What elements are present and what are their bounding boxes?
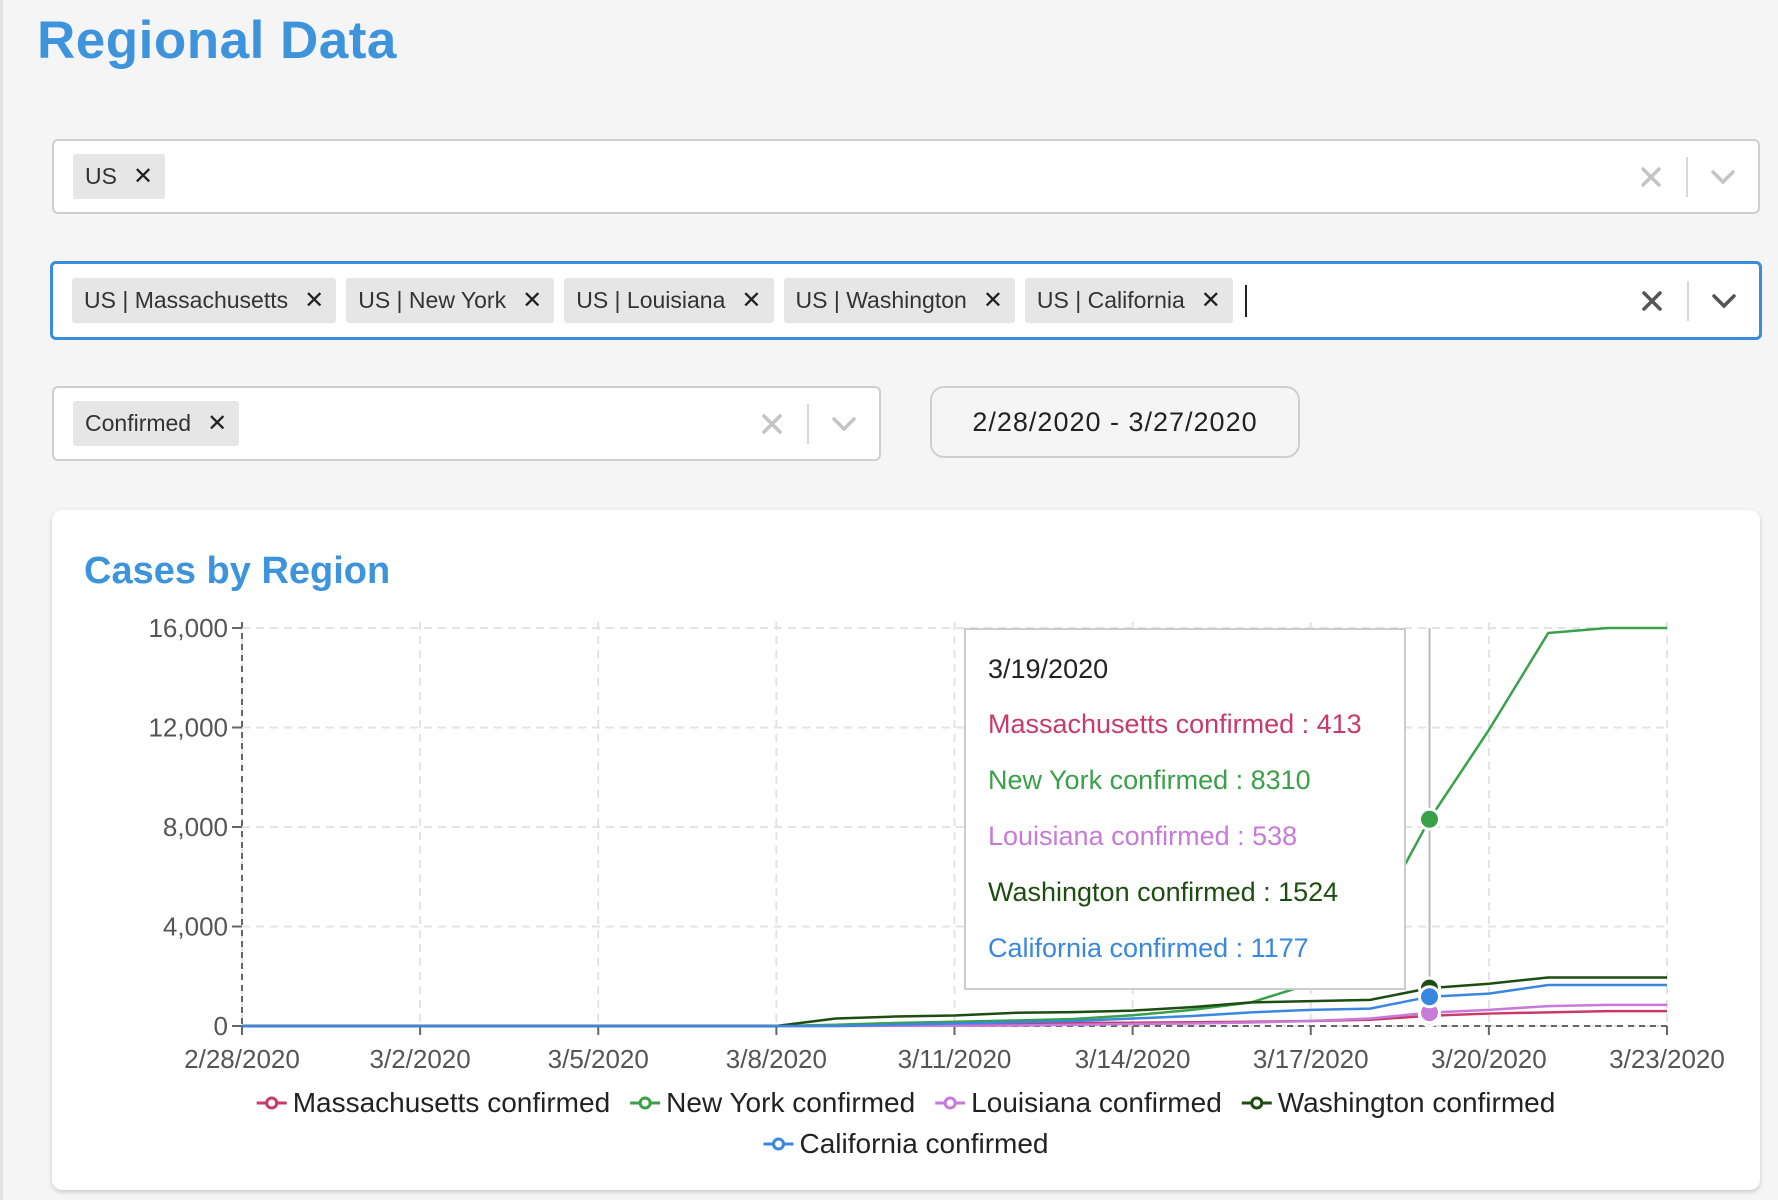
tooltip-row: Louisiana confirmed : 538	[988, 821, 1298, 851]
region-select[interactable]: US | Massachusetts ✕ US | New York ✕ US | Lo…	[50, 261, 1762, 340]
active-dot	[1418, 985, 1441, 1009]
chart-card: Cases by Region 0 4,000 8,000 12,000 16,000 2…	[52, 510, 1760, 1190]
selected-chip: US | California ✕	[1024, 278, 1233, 323]
legend-item: California confirmed	[763, 1128, 1049, 1159]
selected-chip: US | New York ✕	[346, 278, 555, 323]
chip-remove-icon[interactable]: ✕	[304, 288, 324, 313]
legend-marker-icon	[1250, 1096, 1264, 1110]
chip-label: US | Louisiana	[576, 287, 726, 313]
chip-remove-icon[interactable]: ✕	[983, 288, 1003, 313]
legend-label: New York confirmed	[666, 1087, 915, 1118]
page-title: Regional Data	[37, 11, 397, 70]
active-dot	[1418, 807, 1441, 831]
y-tick-label: 8,000	[163, 812, 228, 842]
metric-chip-list: Confirmed ✕	[54, 388, 737, 459]
chip-remove-icon[interactable]: ✕	[133, 164, 153, 189]
legend-item: Washington confirmed	[1241, 1087, 1556, 1118]
legend-label: Washington confirmed	[1278, 1087, 1556, 1118]
selected-chip: US | Massachusetts ✕	[72, 278, 337, 323]
metric-select[interactable]: Confirmed ✕	[52, 386, 881, 461]
date-range-button[interactable]: 2/28/2020 - 3/27/2020	[930, 386, 1300, 458]
clear-icon[interactable]	[737, 413, 807, 435]
legend-label: California confirmed	[800, 1128, 1049, 1159]
chevron-down-icon[interactable]	[1688, 169, 1758, 185]
legend-marker-icon	[772, 1137, 785, 1151]
y-tick-label: 12,000	[148, 713, 228, 743]
chevron-down-icon[interactable]	[809, 416, 879, 432]
selected-chip: US | Louisiana ✕	[564, 278, 774, 323]
selected-chip: US ✕	[73, 154, 166, 199]
region-indicators	[1617, 264, 1759, 337]
tooltip-date: 3/19/2020	[988, 654, 1109, 684]
chip-label: Confirmed	[85, 410, 192, 436]
legend-item: Louisiana confirmed	[935, 1087, 1222, 1118]
x-tick-label: 3/20/2020	[1431, 1044, 1547, 1074]
legend-marker-icon	[638, 1096, 652, 1110]
tooltip-rows: Massachusetts confirmed : 413 New York co…	[988, 709, 1404, 989]
legend-label: Massachusetts confirmed	[293, 1087, 610, 1118]
clear-icon[interactable]	[1617, 290, 1687, 312]
chip-label: US	[85, 163, 117, 189]
y-tick-label: 4,000	[163, 912, 228, 942]
y-tick-label: 0	[214, 1011, 228, 1041]
country-chip-list: US ✕	[54, 141, 1616, 212]
x-tick-label: 3/23/2020	[1609, 1044, 1725, 1074]
clear-icon[interactable]	[1616, 166, 1686, 188]
country-indicators	[1616, 141, 1758, 212]
chevron-down-icon[interactable]	[1689, 293, 1759, 309]
x-tick-label: 3/8/2020	[726, 1044, 827, 1074]
tooltip-row: California confirmed : 1177	[988, 933, 1309, 963]
text-cursor[interactable]	[1244, 284, 1247, 317]
chip-label: US | Massachusetts	[84, 287, 289, 313]
y-tick-label: 16,000	[148, 613, 228, 643]
chip-label: US | New York	[358, 287, 507, 313]
left-border	[0, 0, 3, 1200]
x-tick-label: 3/11/2020	[898, 1044, 1012, 1074]
tooltip-row: New York confirmed : 8310	[988, 765, 1311, 795]
legend-item: New York confirmed	[630, 1087, 915, 1118]
country-select[interactable]: US ✕	[52, 139, 1760, 214]
legend-marker-icon	[943, 1096, 957, 1110]
chip-remove-icon[interactable]: ✕	[522, 288, 542, 313]
chip-remove-icon[interactable]: ✕	[741, 288, 761, 313]
chart-tooltip: 3/19/2020 Massachusetts confirmed : 413 N…	[964, 628, 1406, 990]
legend-label: Louisiana confirmed	[971, 1087, 1222, 1118]
x-tick-label: 3/2/2020	[370, 1044, 471, 1074]
x-tick-label: 3/5/2020	[548, 1044, 649, 1074]
selected-chip: Confirmed ✕	[73, 401, 240, 446]
chip-label: US | California	[1036, 287, 1185, 313]
legend-item: Massachusetts confirmed	[256, 1087, 610, 1118]
selected-chip: US | Washington ✕	[783, 278, 1015, 323]
x-tick-label: 3/14/2020	[1075, 1044, 1191, 1074]
x-tick-label: 2/28/2020	[184, 1044, 300, 1074]
metric-indicators	[737, 388, 879, 459]
chip-label: US | Washington	[795, 287, 967, 313]
chip-remove-icon[interactable]: ✕	[1201, 288, 1221, 313]
legend-marker-icon	[265, 1096, 279, 1110]
tooltip-row: Massachusetts confirmed : 413	[988, 709, 1362, 739]
x-tick-label: 3/17/2020	[1253, 1044, 1369, 1074]
chip-remove-icon[interactable]: ✕	[207, 411, 227, 436]
region-chip-list: US | Massachusetts ✕ US | New York ✕ US | Lo…	[53, 264, 1617, 337]
tooltip-row: Washington confirmed : 1524	[988, 877, 1339, 907]
line-chart[interactable]: 0 4,000 8,000 12,000 16,000 2/28/2020 3/2/2020…	[52, 510, 1760, 1190]
